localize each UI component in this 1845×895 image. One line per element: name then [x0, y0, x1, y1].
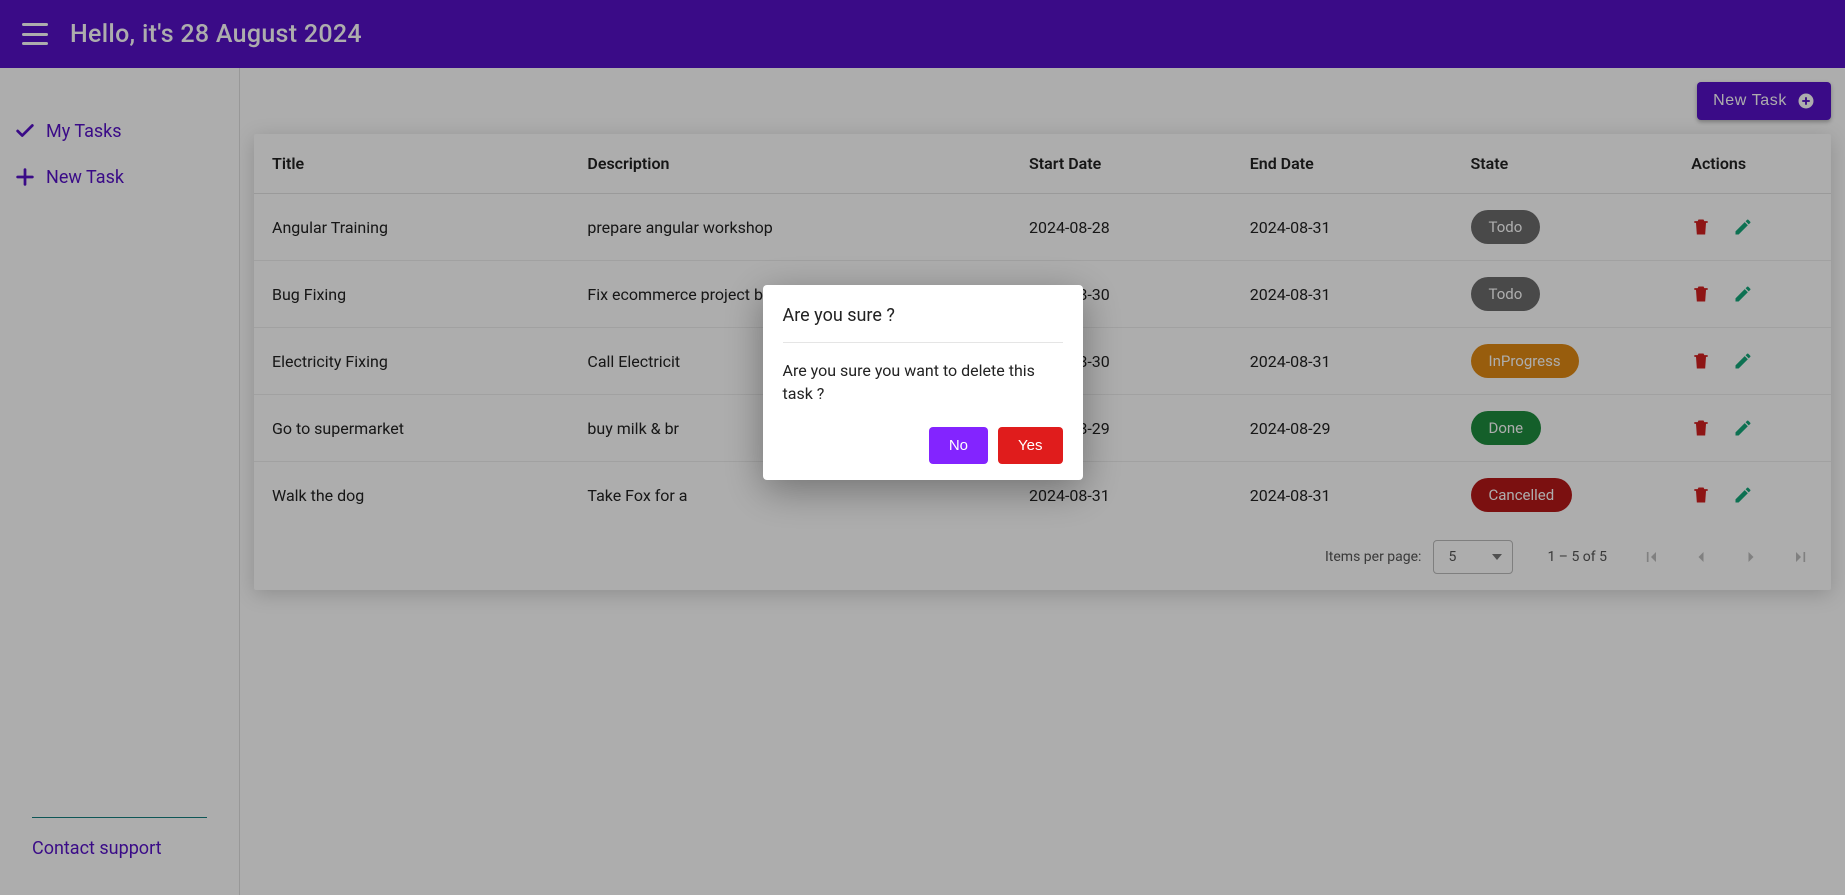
modal-overlay[interactable]: Are you sure ? Are you sure you want to …: [0, 0, 1845, 895]
dialog-no-button[interactable]: No: [929, 427, 988, 464]
confirm-delete-dialog: Are you sure ? Are you sure you want to …: [763, 285, 1083, 480]
divider: [783, 342, 1063, 343]
dialog-body: Are you sure you want to delete this tas…: [783, 359, 1063, 405]
dialog-yes-button[interactable]: Yes: [998, 427, 1062, 464]
dialog-title: Are you sure ?: [783, 305, 1063, 326]
